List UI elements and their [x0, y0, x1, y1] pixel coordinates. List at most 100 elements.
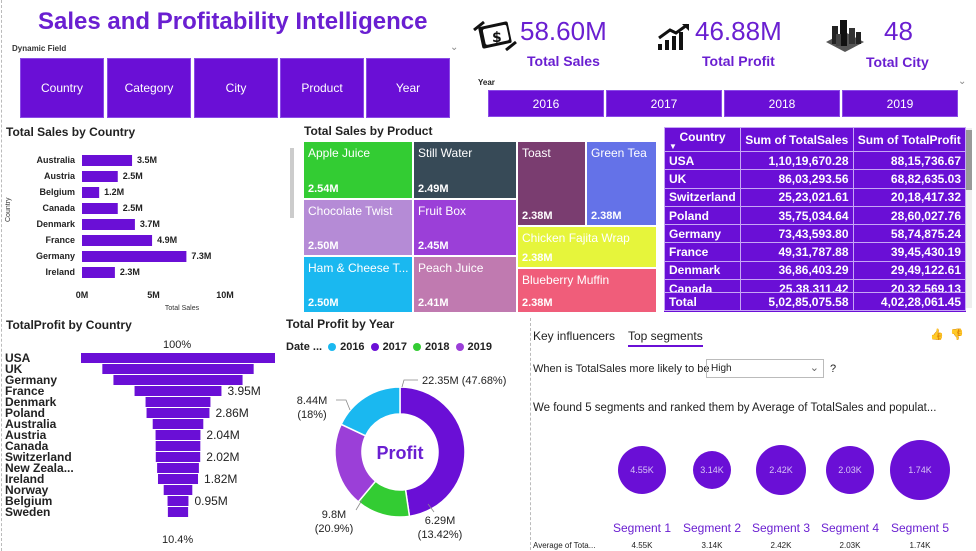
segment-circle[interactable]: 4.55K	[618, 446, 666, 494]
segment-name[interactable]: Segment 4	[820, 521, 880, 535]
chevron-down-icon[interactable]: ⌄	[450, 42, 458, 53]
row-country: Denmark	[664, 260, 741, 281]
bar[interactable]	[82, 219, 135, 230]
row-value: 58,74,875.24	[852, 224, 966, 244]
treemap-cell[interactable]: Ham & Cheese T... 2.50M	[304, 257, 412, 312]
funnel-bar[interactable]	[134, 386, 222, 396]
bar[interactable]	[82, 187, 100, 198]
row-value: 36,86,403.29	[740, 260, 854, 281]
matrix-header-profit[interactable]: Sum of TotalProfit	[852, 127, 966, 152]
year-button-2019[interactable]: 2019	[842, 90, 958, 117]
sales-by-country-chart: Country Australia 3.5M Austria 2.5M Belgium 1.…	[5, 155, 234, 312]
thumbs-up-icon[interactable]: 👍	[930, 328, 944, 341]
tab-key-influencers[interactable]: Key influencers	[533, 329, 615, 343]
funnel-bar[interactable]	[152, 419, 204, 429]
matrix-scrollbar[interactable]	[966, 128, 972, 308]
help-icon[interactable]: ?	[830, 363, 836, 375]
data-label: 1.2M	[104, 187, 124, 197]
thumbs-down-icon[interactable]: 👎	[950, 328, 964, 341]
dynamic-field-button-city[interactable]: City	[194, 58, 278, 118]
funnel-bar[interactable]	[155, 441, 201, 451]
legend-entry[interactable]: 2017	[383, 341, 407, 353]
data-label: 3.5M	[137, 155, 157, 165]
bar[interactable]	[82, 155, 133, 166]
total-profit-value: 46.88M	[695, 16, 782, 46]
legend-entry[interactable]: 2016	[340, 341, 364, 353]
y-axis-label: Country	[5, 197, 12, 222]
treemap-cell[interactable]: Still Water 2.49M	[414, 142, 516, 198]
treemap-cell[interactable]: Chicken Fajita Wrap 2.38M	[518, 227, 656, 267]
matrix-header-sales[interactable]: Sum of TotalSales	[740, 127, 854, 152]
table-row[interactable]: Denmark 36,86,403.29 29,49,122.61	[664, 260, 966, 281]
funnel-bar[interactable]	[155, 452, 201, 462]
x-axis-label: Total Sales	[165, 305, 200, 312]
funnel-bar[interactable]	[157, 474, 199, 484]
segment-name[interactable]: Segment 3	[751, 521, 811, 535]
funnel-bar[interactable]	[81, 353, 275, 363]
segment-name[interactable]: Segment 2	[682, 521, 742, 535]
bar[interactable]	[82, 171, 118, 182]
segments-summary: We found 5 segments and ranked them by A…	[533, 402, 937, 414]
dynamic-field-button-category[interactable]: Category	[107, 58, 191, 118]
year-button-2017[interactable]: 2017	[606, 90, 722, 117]
influencer-question: When is TotalSales more likely to be	[533, 363, 710, 375]
treemap-cell[interactable]: Chocolate Twist 2.50M	[304, 200, 412, 255]
segment-circle[interactable]: 3.14K	[693, 451, 731, 489]
data-label: 4.9M	[157, 235, 177, 245]
matrix-header-country[interactable]: Country ▼	[664, 127, 741, 152]
treemap-cell[interactable]: Green Tea 2.38M	[587, 142, 656, 225]
funnel-bar[interactable]	[155, 430, 201, 440]
dynamic-field-button-country[interactable]: Country	[20, 58, 104, 118]
donut-data-label: 8.44M	[297, 395, 328, 407]
matrix-total-row: Total 5,02,85,075.58 4,02,28,061.45	[664, 291, 966, 312]
country-matrix: Country ▼ Sum of TotalSales Sum of TotalP…	[664, 127, 966, 312]
funnel-bar[interactable]	[167, 507, 189, 517]
dynamic-field-button-product[interactable]: Product	[280, 58, 364, 118]
chevron-down-icon[interactable]: ⌄	[958, 76, 966, 87]
bar[interactable]	[82, 203, 118, 214]
funnel-bar[interactable]	[157, 463, 199, 473]
tab-top-segments[interactable]: Top segments	[628, 329, 703, 347]
treemap-cell-value: 2.45M	[418, 240, 449, 252]
segment-avg-value: 4.55K	[631, 541, 653, 550]
donut-slice[interactable]	[340, 386, 401, 437]
influencer-select[interactable]: High ⌄	[706, 359, 824, 378]
segment-name[interactable]: Segment 1	[612, 521, 672, 535]
funnel-bar[interactable]	[102, 364, 254, 374]
table-row[interactable]: France 49,31,787.88 39,45,430.19	[664, 242, 966, 262]
table-row[interactable]: UK 86,03,293.56 68,82,635.03	[664, 169, 966, 189]
dynamic-field-button-year[interactable]: Year	[366, 58, 450, 118]
funnel-top-percent: 100%	[163, 339, 192, 351]
funnel-bar[interactable]	[167, 496, 189, 506]
table-row[interactable]: Poland 35,75,034.64 28,60,027.76	[664, 205, 966, 226]
treemap-cell[interactable]: Toast 2.38M	[518, 142, 585, 225]
year-button-2018[interactable]: 2018	[724, 90, 840, 117]
year-button-2016[interactable]: 2016	[488, 90, 604, 117]
row-value: 39,45,430.19	[852, 242, 966, 262]
segment-circle[interactable]: 2.42K	[756, 445, 806, 495]
bar[interactable]	[82, 251, 187, 262]
treemap-cell[interactable]: Peach Juice 2.41M	[414, 257, 516, 312]
segment-name[interactable]: Segment 5	[890, 521, 950, 535]
scrollbar[interactable]	[290, 148, 294, 218]
funnel-bar[interactable]	[163, 485, 193, 495]
table-row[interactable]: Switzerland 25,23,021.61 20,18,417.32	[664, 187, 966, 207]
row-value: 88,15,736.67	[852, 150, 966, 171]
funnel-bar[interactable]	[146, 408, 210, 418]
funnel-bar[interactable]	[113, 375, 243, 385]
treemap-cell[interactable]: Apple Juice 2.54M	[304, 142, 412, 198]
segment-circle[interactable]: 1.74K	[890, 440, 950, 500]
table-row[interactable]: USA 1,10,19,670.28 88,15,736.67	[664, 150, 966, 171]
treemap-cell[interactable]: Blueberry Muffin 2.38M	[518, 269, 656, 312]
table-row[interactable]: Germany 73,43,593.80 58,74,875.24	[664, 224, 966, 244]
segment-circle[interactable]: 2.03K	[826, 446, 874, 494]
legend-entry[interactable]: 2018	[425, 341, 449, 353]
funnel-bar[interactable]	[145, 397, 211, 407]
legend-entry[interactable]: 2019	[468, 341, 492, 353]
bar[interactable]	[82, 267, 115, 278]
tick-label: 10M	[216, 290, 234, 300]
bar[interactable]	[82, 235, 153, 246]
row-value: 29,49,122.61	[852, 260, 966, 281]
row-value: 68,82,635.03	[852, 169, 966, 189]
treemap-cell[interactable]: Fruit Box 2.45M	[414, 200, 516, 255]
